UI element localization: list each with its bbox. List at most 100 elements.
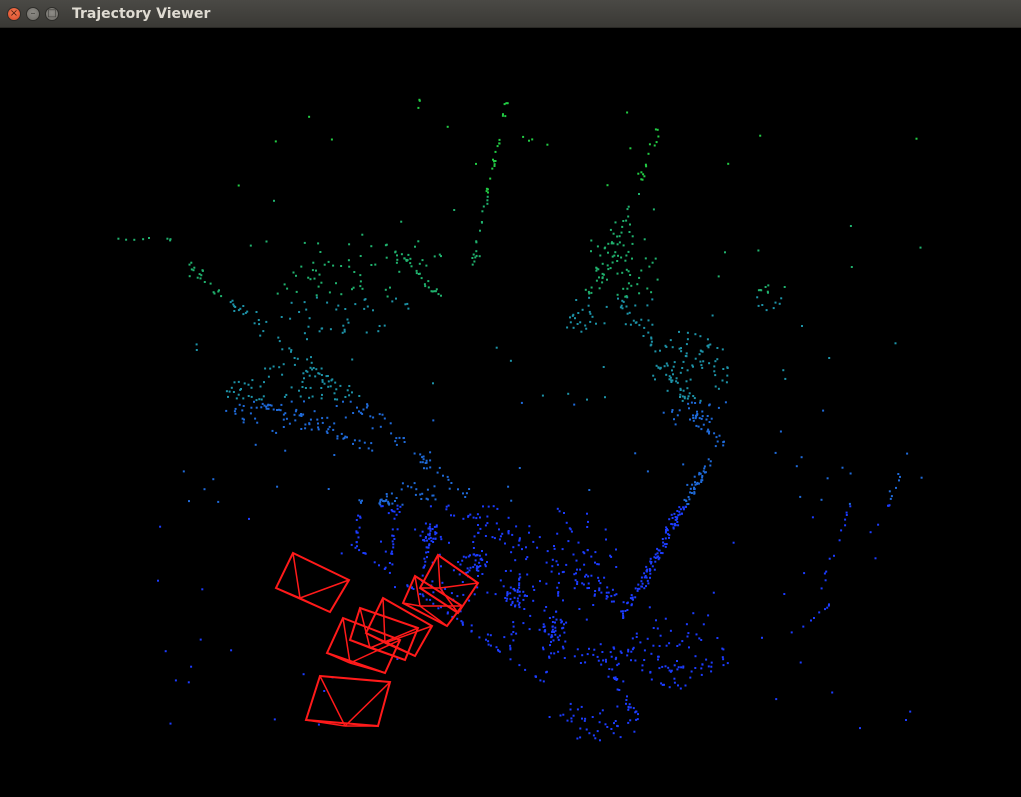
cloud-point <box>292 271 295 274</box>
cloud-point <box>844 518 847 521</box>
cloud-point <box>545 561 548 564</box>
cloud-point <box>545 671 548 674</box>
cloud-point <box>604 528 607 531</box>
cloud-point <box>300 265 303 268</box>
cloud-point <box>609 651 612 654</box>
cloud-point <box>317 422 319 425</box>
cloud-point <box>707 665 710 668</box>
cloud-point <box>650 343 653 346</box>
point-cloud-canvas[interactable] <box>0 28 1021 797</box>
cloud-point <box>421 492 424 495</box>
cloud-point <box>649 560 652 563</box>
cloud-point <box>622 612 624 615</box>
cloud-point <box>497 649 500 652</box>
cloud-point <box>658 556 661 559</box>
cloud-point <box>510 633 513 636</box>
maximize-icon[interactable]: □ <box>45 7 59 21</box>
cloud-point <box>560 621 563 624</box>
cloud-point <box>339 384 342 387</box>
cloud-point <box>444 587 447 590</box>
cloud-point <box>576 323 579 325</box>
cloud-point <box>612 600 615 603</box>
cloud-point <box>783 286 786 288</box>
cloud-point <box>429 536 432 539</box>
cloud-point <box>669 376 672 379</box>
cloud-point <box>494 593 497 596</box>
minimize-icon[interactable]: – <box>26 7 40 21</box>
cloud-point <box>563 512 565 514</box>
cloud-point <box>663 683 665 686</box>
cloud-point <box>595 322 597 325</box>
cloud-point <box>365 406 368 409</box>
cloud-point <box>357 536 360 539</box>
cloud-point <box>520 401 523 404</box>
cloud-point <box>695 424 698 427</box>
cloud-point <box>359 280 362 283</box>
cloud-point <box>655 619 657 622</box>
cloud-point <box>477 524 479 526</box>
cloud-point <box>383 500 386 503</box>
window-titlebar[interactable]: × – □ Trajectory Viewer <box>0 0 1021 28</box>
cloud-point <box>655 364 658 367</box>
cloud-point <box>509 569 512 572</box>
cloud-point <box>828 603 830 606</box>
cloud-point <box>668 686 671 689</box>
cloud-point <box>565 621 568 624</box>
cloud-point <box>380 540 382 543</box>
cloud-point <box>799 495 802 498</box>
cloud-point <box>673 418 675 421</box>
cloud-point <box>542 680 545 683</box>
cloud-point <box>590 555 593 558</box>
cloud-point <box>572 714 575 717</box>
cloud-point <box>326 375 329 377</box>
cloud-point <box>703 467 706 470</box>
cloud-point <box>687 402 690 405</box>
cloud-point <box>648 568 651 570</box>
cloud-point <box>700 350 703 353</box>
cloud-point <box>551 565 554 568</box>
cloud-point <box>486 199 489 202</box>
point-cloud <box>117 98 923 742</box>
cloud-point <box>700 428 703 431</box>
cloud-point <box>479 558 482 561</box>
cloud-point <box>306 338 308 341</box>
cloud-point <box>687 632 690 635</box>
cloud-point <box>309 418 312 421</box>
cloud-point <box>643 659 646 661</box>
cloud-point <box>343 437 346 439</box>
3d-viewport[interactable] <box>0 28 1021 797</box>
cloud-point <box>432 591 435 594</box>
cloud-point <box>283 395 286 398</box>
cloud-point <box>681 512 683 515</box>
cloud-point <box>340 552 343 555</box>
cloud-point <box>329 328 332 331</box>
cloud-point <box>684 684 687 687</box>
cloud-point <box>487 505 490 508</box>
cloud-point <box>377 330 380 333</box>
cloud-point <box>695 633 698 636</box>
cloud-point <box>562 626 565 629</box>
cloud-point <box>655 141 658 144</box>
cloud-point <box>391 502 394 505</box>
cloud-point <box>690 492 693 494</box>
cloud-point <box>608 668 611 670</box>
cloud-point <box>429 529 432 532</box>
cloud-point <box>406 259 409 262</box>
cloud-point <box>596 245 599 248</box>
cloud-point <box>581 582 584 585</box>
cloud-point <box>512 621 515 624</box>
cloud-point <box>658 645 661 647</box>
cloud-point <box>289 317 292 320</box>
cloud-point <box>545 606 548 608</box>
cloud-point <box>478 561 481 564</box>
cloud-point <box>487 643 490 646</box>
cloud-point <box>335 405 338 407</box>
cloud-point <box>681 640 684 643</box>
cloud-point <box>704 471 707 474</box>
cloud-point <box>698 417 701 420</box>
cloud-point <box>125 238 128 241</box>
close-icon[interactable]: × <box>7 7 21 21</box>
cloud-point <box>317 242 320 245</box>
cloud-point <box>306 358 309 361</box>
cloud-point <box>374 263 377 266</box>
